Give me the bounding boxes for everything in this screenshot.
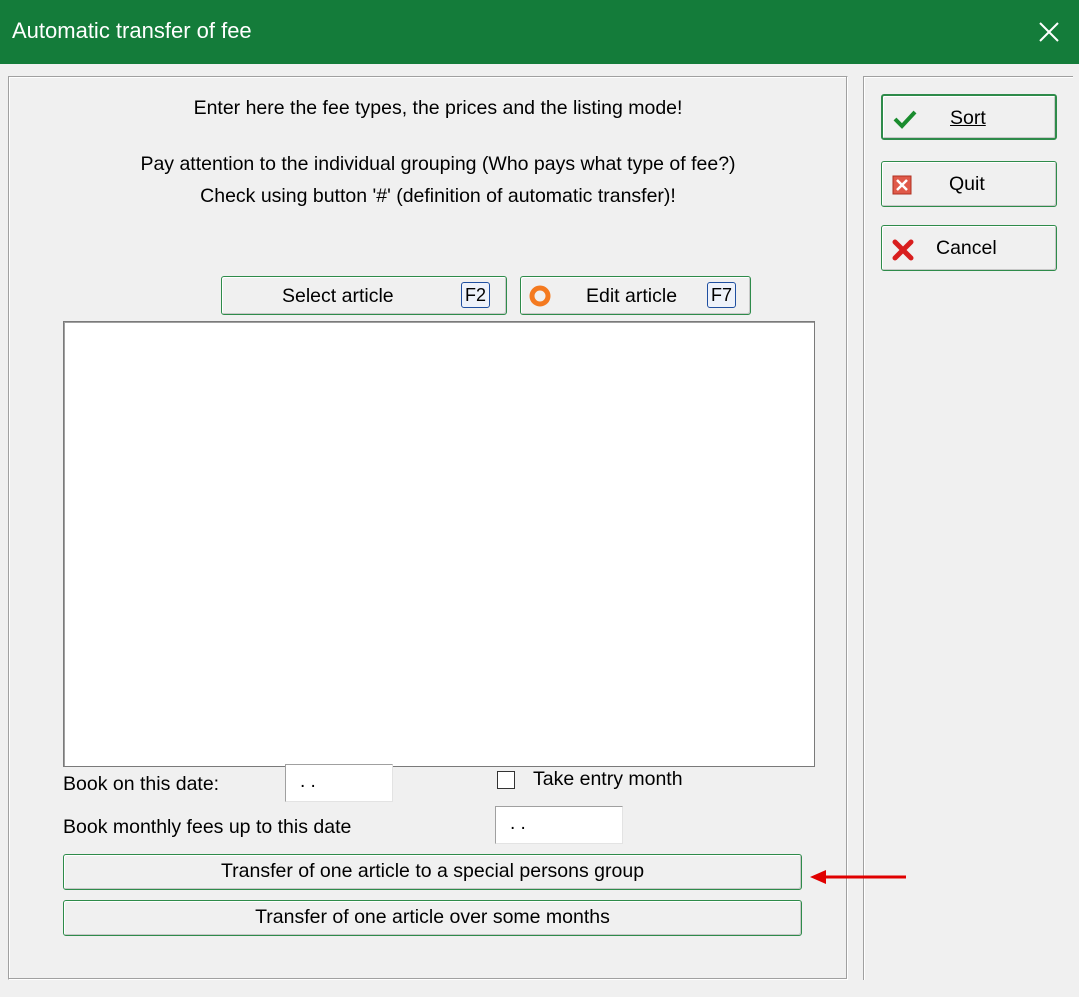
book-date-field[interactable]: . . xyxy=(285,764,393,802)
close-button[interactable] xyxy=(1019,0,1079,64)
cancel-x-icon xyxy=(892,239,914,261)
edit-circle-icon xyxy=(529,285,551,307)
sort-button[interactable]: Sort xyxy=(881,94,1057,140)
book-date-label: Book on this date: xyxy=(63,773,220,795)
annotation-arrow xyxy=(810,870,906,884)
instruction-line-2: Pay attention to the individual grouping… xyxy=(140,153,736,175)
quit-box-icon xyxy=(892,175,912,195)
select-article-button[interactable]: Select article F2 xyxy=(221,276,507,315)
take-entry-month-checkbox[interactable] xyxy=(497,771,515,789)
checkmark-icon xyxy=(893,110,917,129)
quit-label: Quit xyxy=(949,173,985,195)
take-entry-month-label: Take entry month xyxy=(533,768,683,790)
title-bar: Automatic transfer of fee xyxy=(0,0,1079,64)
instruction-line-3: Check using button '#' (definition of au… xyxy=(200,185,676,207)
cancel-button[interactable]: Cancel xyxy=(881,225,1057,271)
edit-article-button[interactable]: Edit article F7 xyxy=(520,276,751,315)
instruction-line-1: Enter here the fee types, the prices and… xyxy=(193,97,683,119)
monthly-fees-date-field[interactable]: . . xyxy=(495,806,623,844)
select-article-label: Select article xyxy=(282,285,394,307)
f2-key-badge: F2 xyxy=(461,282,491,308)
close-icon xyxy=(1039,22,1059,42)
f7-key-badge: F7 xyxy=(707,282,737,308)
special-persons-group-button[interactable]: Transfer of one article to a special per… xyxy=(63,854,802,890)
some-months-button[interactable]: Transfer of one article over some months xyxy=(63,900,802,936)
cancel-label: Cancel xyxy=(936,237,997,259)
window-title: Automatic transfer of fee xyxy=(12,18,252,43)
monthly-fees-label: Book monthly fees up to this date xyxy=(63,816,352,838)
quit-button[interactable]: Quit xyxy=(881,161,1057,207)
dialog-client: Enter here the fee types, the prices and… xyxy=(0,64,1079,997)
edit-article-label: Edit article xyxy=(586,285,678,307)
sort-label: Sort xyxy=(950,107,986,129)
side-panel xyxy=(863,76,1073,980)
fee-list[interactable] xyxy=(63,321,815,767)
